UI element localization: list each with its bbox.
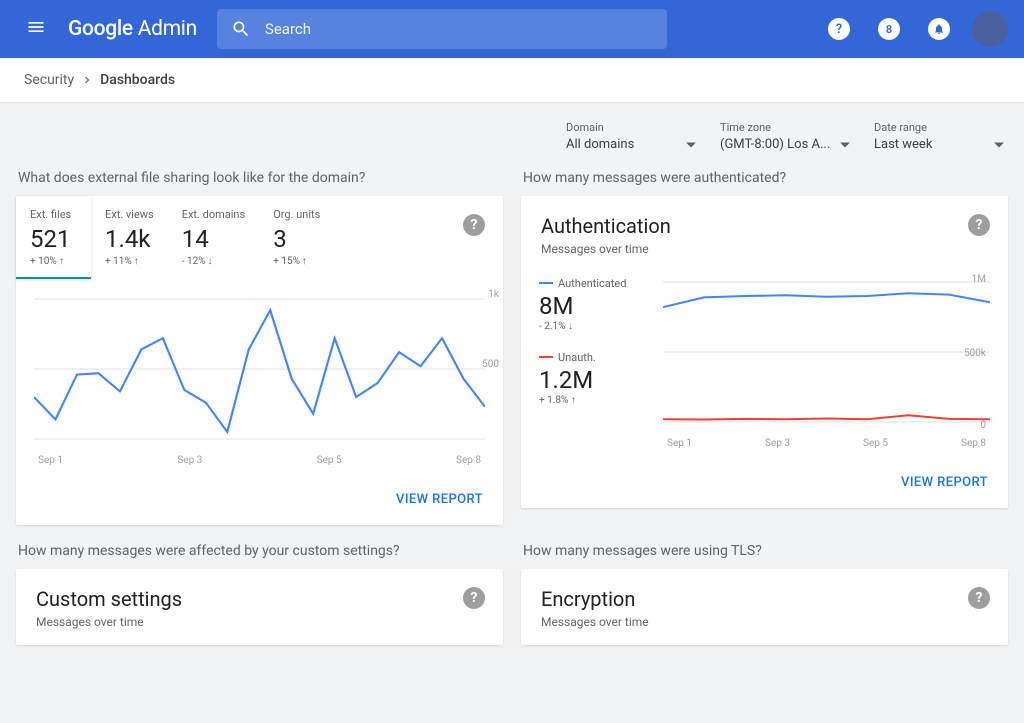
help-icon[interactable]: ? — [968, 214, 990, 236]
line-chart-svg — [34, 289, 485, 449]
notifications-button[interactable] — [922, 12, 956, 46]
help-icon[interactable]: ? — [968, 587, 990, 609]
card-subtitle: Messages over time — [541, 242, 988, 256]
legend-line-icon — [539, 282, 553, 284]
section-question: What does external file sharing look lik… — [16, 170, 503, 186]
help-icon: ? — [828, 18, 850, 40]
card-title: Custom settings — [36, 587, 483, 611]
logo-bold: Google — [68, 17, 133, 41]
view-report-link[interactable]: VIEW REPORT — [901, 475, 988, 490]
line-chart-svg — [663, 272, 990, 432]
tab-ext-files[interactable]: Ext. files 521 + 10% ↑ — [16, 196, 91, 279]
tab-ext-views[interactable]: Ext. views 1.4k + 11% ↑ — [91, 196, 168, 279]
card-subtitle: Messages over time — [541, 615, 988, 629]
view-report-row: VIEW REPORT — [521, 455, 1008, 498]
legend-unauth: Unauth. 1.2M + 1.8% ↑ — [539, 346, 647, 406]
tab-ext-domains[interactable]: Ext. domains 14 - 12% ↓ — [168, 196, 259, 279]
search-input[interactable] — [265, 20, 653, 38]
avatar[interactable] — [972, 11, 1008, 47]
dropdown-icon — [840, 140, 850, 150]
header-actions: ? 8 — [822, 11, 1008, 47]
app-header: Google Admin ? 8 — [0, 0, 1024, 58]
sharing-tabs: Ext. files 521 + 10% ↑ Ext. views 1.4k +… — [16, 196, 503, 279]
view-report-row: VIEW REPORT — [16, 472, 503, 515]
auth-chart: 1M 500k 0 Sep 1 Sep 3 Sep 5 Sep 8 — [663, 272, 990, 451]
hamburger-icon — [26, 17, 46, 37]
card-header: Custom settings Messages over time — [16, 569, 503, 635]
card-title: Authentication — [541, 214, 988, 238]
auth-legend: Authenticated 8M - 2.1% ↓ Unauth. 1.2M +… — [539, 272, 647, 451]
menu-button[interactable] — [16, 7, 56, 51]
legend-line-icon — [539, 356, 553, 358]
section-question: How many messages were affected by your … — [16, 543, 503, 559]
sharing-card: ? Ext. files 521 + 10% ↑ Ext. views 1.4k… — [16, 196, 503, 525]
tab-org-units[interactable]: Org. units 3 + 15% ↑ — [259, 196, 334, 279]
filters-row: Domain All domains Time zone (GMT-8:00) … — [0, 103, 1024, 158]
dropdown-icon — [686, 140, 696, 150]
sharing-chart: 1k 500 Sep 1 Sep 3 Sep 5 Sep 8 — [16, 279, 503, 472]
auth-section: How many messages were authenticated? ? … — [521, 170, 1008, 525]
dropdown-icon — [994, 140, 1004, 150]
custom-section: How many messages were affected by your … — [16, 543, 503, 645]
view-report-link[interactable]: VIEW REPORT — [396, 492, 483, 507]
filter-domain[interactable]: Domain All domains — [566, 121, 696, 152]
section-question: How many messages were using TLS? — [521, 543, 1008, 559]
bell-icon — [928, 18, 950, 40]
filter-label: Date range — [874, 121, 1004, 134]
card-title: Encryption — [541, 587, 988, 611]
x-axis-labels: Sep 1 Sep 3 Sep 5 Sep 8 — [663, 436, 990, 451]
auth-body: Authenticated 8M - 2.1% ↓ Unauth. 1.2M +… — [521, 262, 1008, 455]
breadcrumb-parent[interactable]: Security — [24, 72, 74, 88]
filter-value[interactable]: All domains — [566, 137, 696, 152]
dashboard-grid: What does external file sharing look lik… — [0, 158, 1024, 657]
legend-authenticated: Authenticated 8M - 2.1% ↓ — [539, 272, 647, 332]
breadcrumb: Security Dashboards — [0, 58, 1024, 103]
filter-label: Time zone — [720, 121, 850, 134]
card-header: Encryption Messages over time — [521, 569, 1008, 635]
auth-card: ? Authentication Messages over time Auth… — [521, 196, 1008, 508]
help-icon[interactable]: ? — [463, 587, 485, 609]
logo: Google Admin — [68, 17, 197, 41]
filter-value[interactable]: (GMT-8:00) Los A... — [720, 137, 850, 152]
search-box[interactable] — [217, 9, 667, 49]
account-button[interactable]: 8 — [872, 12, 906, 46]
breadcrumb-current: Dashboards — [100, 72, 175, 88]
person-icon: 8 — [878, 18, 900, 40]
filter-value[interactable]: Last week — [874, 137, 1004, 152]
chevron-right-icon — [80, 73, 94, 87]
search-icon — [231, 19, 251, 39]
filter-label: Domain — [566, 121, 696, 134]
filter-timezone[interactable]: Time zone (GMT-8:00) Los A... — [720, 121, 850, 152]
logo-light: Admin — [133, 17, 197, 41]
card-subtitle: Messages over time — [36, 615, 483, 629]
encryption-card: ? Encryption Messages over time — [521, 569, 1008, 645]
section-question: How many messages were authenticated? — [521, 170, 1008, 186]
custom-card: ? Custom settings Messages over time — [16, 569, 503, 645]
help-button[interactable]: ? — [822, 12, 856, 46]
filter-daterange[interactable]: Date range Last week — [874, 121, 1004, 152]
encryption-section: How many messages were using TLS? ? Encr… — [521, 543, 1008, 645]
sharing-section: What does external file sharing look lik… — [16, 170, 503, 525]
x-axis-labels: Sep 1 Sep 3 Sep 5 Sep 8 — [34, 453, 485, 468]
help-icon[interactable]: ? — [463, 214, 485, 236]
card-header: Authentication Messages over time — [521, 196, 1008, 262]
